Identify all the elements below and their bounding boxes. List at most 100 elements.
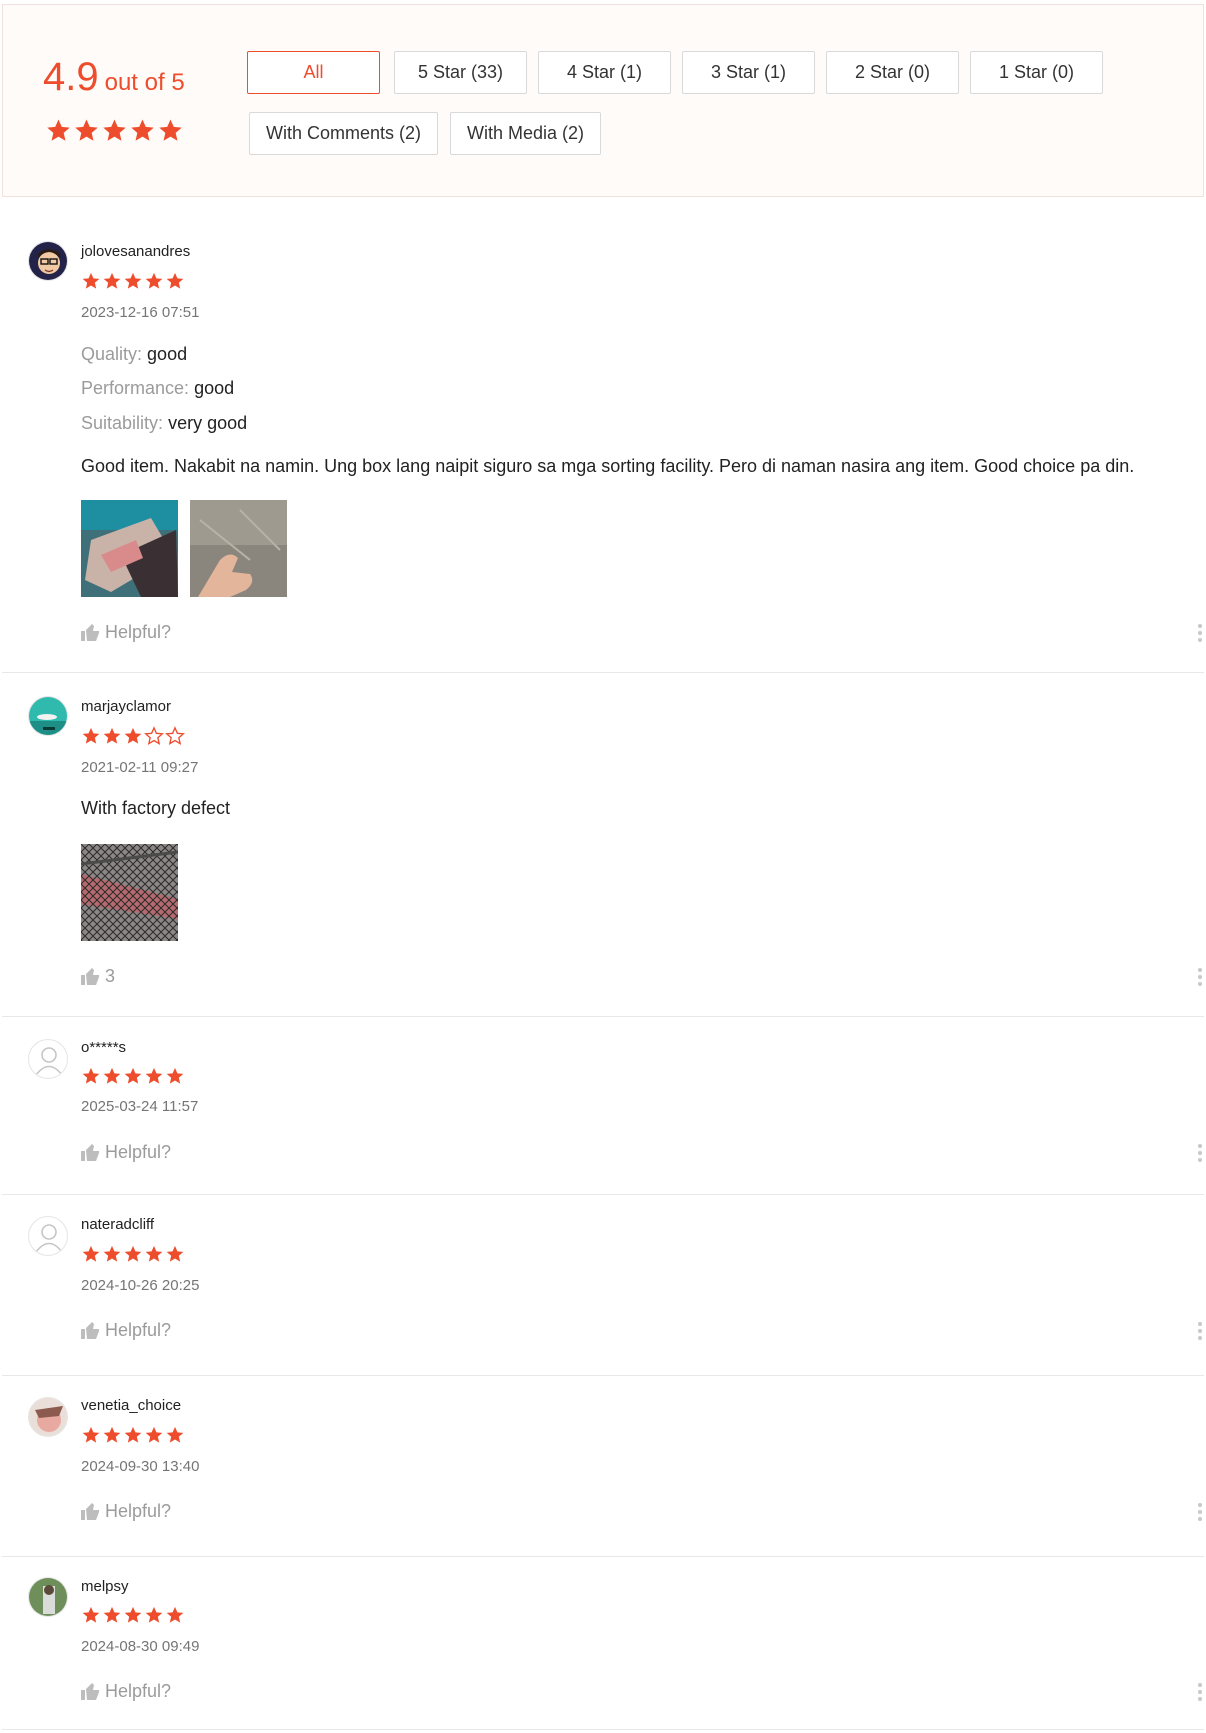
helpful-button[interactable]: Helpful?: [81, 1320, 171, 1341]
review-author[interactable]: marjayclamor: [81, 698, 171, 715]
star-filled-icon: [103, 1426, 121, 1443]
helpful-button[interactable]: Helpful?: [81, 1681, 171, 1702]
review-stars: [81, 271, 186, 291]
star-filled-icon: [103, 727, 121, 744]
star-filled-icon: [159, 119, 182, 141]
star-filled-icon: [103, 272, 121, 289]
star-filled-icon: [124, 1426, 142, 1443]
review-stars: [81, 726, 186, 746]
filter-1-star[interactable]: 1 Star (0): [970, 51, 1103, 94]
star-filled-icon: [166, 1426, 184, 1443]
avatar[interactable]: [28, 1039, 68, 1079]
review-media-thumbnail[interactable]: [190, 500, 287, 597]
star-filled-icon: [145, 1067, 163, 1084]
helpful-button[interactable]: Helpful?: [81, 622, 171, 643]
review-media-thumbnail[interactable]: [81, 500, 178, 597]
more-options-icon[interactable]: [1196, 1142, 1204, 1166]
thumbs-up-icon: [81, 968, 99, 985]
star-filled-icon: [103, 1067, 121, 1084]
star-filled-icon: [124, 1245, 142, 1262]
filter-4-star[interactable]: 4 Star (1): [538, 51, 671, 94]
rating-summary: 4.9 out of 5 All 5 Star (33) 4 Star (1) 3…: [2, 4, 1204, 197]
avatar-photo-icon: [29, 1398, 67, 1436]
star-filled-icon: [103, 1245, 121, 1262]
star-filled-icon: [124, 272, 142, 289]
avatar[interactable]: [28, 1577, 68, 1617]
avatar[interactable]: [28, 1397, 68, 1437]
thumbs-up-icon: [81, 624, 99, 641]
review-stars: [81, 1425, 186, 1445]
review-author[interactable]: melpsy: [81, 1578, 129, 1595]
more-options-icon[interactable]: [1196, 1681, 1204, 1705]
avatar-cartoon-face-icon: [29, 242, 67, 280]
review-comment: With factory defect: [81, 798, 231, 818]
review-time: 2025-03-24 11:57: [81, 1098, 199, 1115]
star-filled-icon: [166, 272, 184, 289]
filter-5-star[interactable]: 5 Star (33): [394, 51, 527, 94]
star-filled-icon: [131, 119, 154, 141]
star-empty-icon: [165, 726, 185, 745]
helpful-button[interactable]: 3: [81, 966, 115, 987]
star-filled-icon: [103, 119, 126, 141]
overall-rating: 4.9 out of 5: [43, 55, 185, 100]
star-filled-icon: [166, 1245, 184, 1262]
default-user-icon: [35, 1224, 63, 1253]
review-media-thumbnail[interactable]: [81, 844, 178, 941]
review-item: venetia_choice 2024-09-30 13:40 Helpful?: [2, 1377, 1204, 1557]
review-attr-performance: Performance: good: [81, 378, 235, 398]
photo-thumbnail: [81, 844, 178, 941]
helpful-button[interactable]: Helpful?: [81, 1501, 171, 1522]
star-filled-icon: [47, 119, 70, 141]
more-options-icon[interactable]: [1196, 1320, 1204, 1344]
review-item: o*****s 2025-03-24 11:57 Helpful?: [2, 1018, 1204, 1195]
more-options-icon[interactable]: [1196, 966, 1204, 990]
star-filled-icon: [145, 272, 163, 289]
star-filled-icon: [124, 1067, 142, 1084]
thumbs-up-icon: [81, 1683, 99, 1700]
thumbs-up-icon: [81, 1322, 99, 1339]
star-filled-icon: [166, 1606, 184, 1623]
star-filled-icon: [166, 1067, 184, 1084]
avatar-photo-icon: [29, 1578, 67, 1616]
review-item: melpsy 2024-08-30 09:49 Helpful?: [2, 1558, 1204, 1730]
filter-3-star[interactable]: 3 Star (1): [682, 51, 815, 94]
filter-with-comments[interactable]: With Comments (2): [249, 112, 438, 155]
filter-with-media[interactable]: With Media (2): [450, 112, 601, 155]
filter-2-star[interactable]: 2 Star (0): [826, 51, 959, 94]
review-stars: [81, 1605, 186, 1625]
thumbs-up-icon: [81, 1144, 99, 1161]
avatar[interactable]: [28, 696, 68, 736]
filter-all[interactable]: All: [247, 51, 380, 94]
avatar[interactable]: [28, 1216, 68, 1256]
star-filled-icon: [145, 1426, 163, 1443]
more-options-icon[interactable]: [1196, 622, 1204, 646]
overall-out-of: out of 5: [104, 69, 185, 96]
default-user-icon: [35, 1047, 63, 1076]
photo-thumbnail: [81, 500, 178, 597]
overall-stars: [45, 117, 185, 144]
review-author[interactable]: venetia_choice: [81, 1397, 181, 1414]
avatar-photo-icon: [29, 697, 67, 735]
review-item: marjayclamor 2021-02-11 09:27 With facto…: [2, 674, 1204, 1017]
star-filled-icon: [82, 1245, 100, 1262]
more-options-icon[interactable]: [1196, 1501, 1204, 1525]
review-time: 2024-09-30 13:40: [81, 1458, 200, 1475]
review-author[interactable]: nateradcliff: [81, 1216, 154, 1233]
star-filled-icon: [103, 1606, 121, 1623]
review-author[interactable]: jolovesanandres: [81, 243, 190, 260]
star-filled-icon: [75, 119, 98, 141]
review-time: 2024-10-26 20:25: [81, 1277, 200, 1294]
star-filled-icon: [82, 1067, 100, 1084]
review-stars: [81, 1244, 186, 1264]
overall-score: 4.9: [43, 55, 99, 99]
review-stars: [81, 1066, 186, 1086]
review-author[interactable]: o*****s: [81, 1039, 126, 1056]
review-item: jolovesanandres 2023-12-16 07:51 Quality…: [2, 198, 1204, 673]
star-filled-icon: [82, 1426, 100, 1443]
star-filled-icon: [124, 727, 142, 744]
review-item: nateradcliff 2024-10-26 20:25 Helpful?: [2, 1196, 1204, 1376]
helpful-button[interactable]: Helpful?: [81, 1142, 171, 1163]
avatar[interactable]: [28, 241, 68, 281]
review-time: 2021-02-11 09:27: [81, 759, 199, 776]
star-empty-icon: [144, 726, 164, 745]
